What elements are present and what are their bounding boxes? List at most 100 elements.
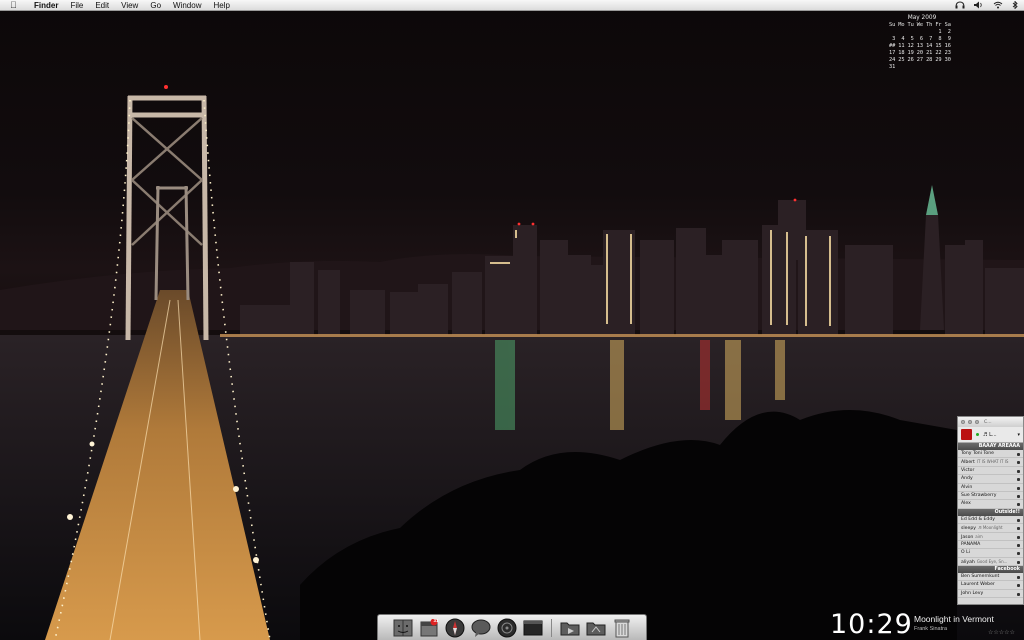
my-status-bar: ♬ L... ▾: [958, 427, 1023, 443]
buddy-row[interactable]: Ben Sumernkunt: [958, 573, 1023, 582]
buddy-row[interactable]: Alex: [958, 500, 1023, 509]
messages-icon[interactable]: [471, 618, 491, 638]
calendar-week-row: 1 2: [889, 29, 951, 35]
close-button[interactable]: [961, 420, 965, 424]
dock-separator: [550, 618, 552, 637]
dock: 31: [377, 614, 647, 640]
apple-icon[interactable]: : [10, 0, 20, 11]
calendar-weekday-header: Su Mo Tu We Th Fr Sa: [889, 22, 951, 28]
finder-icon[interactable]: [393, 618, 413, 638]
terminal-icon[interactable]: [523, 618, 543, 638]
buddy-row[interactable]: Laurent Weber: [958, 581, 1023, 590]
buddy-name: Alex: [961, 501, 971, 507]
buddy-row[interactable]: Albert IT IS WHAT IT IS: [958, 458, 1023, 467]
buddy-status-icon: [1017, 592, 1020, 596]
minimize-button[interactable]: [968, 420, 972, 424]
calendar-widget: May 2009 Su Mo Tu We Th Fr Sa 1 2 3 4 5 …: [889, 15, 955, 71]
buddy-name: Tony Toni Tone: [961, 451, 994, 456]
folder-icon[interactable]: [586, 618, 606, 638]
headphones-icon[interactable]: [955, 0, 965, 11]
buddy-row[interactable]: sleepy ♬ Moonlight: [958, 524, 1023, 533]
buddy-status-icon: [1017, 543, 1020, 547]
buddy-name: Alvin: [961, 484, 973, 490]
buddy-name: sleepy: [961, 526, 976, 532]
buddy-row[interactable]: Alvin: [958, 484, 1023, 492]
buddy-name: O Li: [961, 550, 970, 556]
buddy-row[interactable]: aliyah Good Eye, Sn...: [958, 558, 1023, 567]
buddy-message: IT IS WHAT IT IS: [976, 459, 1009, 465]
buddy-status-icon: [1017, 560, 1020, 564]
buddy-status-icon: [1017, 486, 1020, 490]
buddy-name: John Levy: [961, 590, 984, 596]
buddy-list-titlebar: C...: [958, 417, 1023, 427]
calendar-month-title: May 2009: [907, 15, 937, 21]
buddy-row[interactable]: John Levy: [958, 590, 1023, 599]
now-playing-widget: Moonlight in Vermont Frank Sinatra ☆☆☆☆☆: [914, 614, 1015, 636]
bluetooth-icon[interactable]: [1012, 0, 1018, 11]
menu-edit[interactable]: Edit: [89, 0, 115, 11]
rating-stars[interactable]: ☆☆☆☆☆: [988, 629, 1015, 636]
buddy-row[interactable]: Victor: [958, 467, 1023, 476]
folder-icon[interactable]: [560, 618, 580, 638]
buddy-row[interactable]: PANAMA: [958, 541, 1023, 550]
buddy-name: Ben Sumernkunt: [961, 574, 1000, 580]
now-playing-artist: Frank Sinatra: [914, 626, 948, 632]
volume-icon[interactable]: [974, 1, 984, 11]
clock-time: 10:29: [830, 609, 913, 640]
buddy-status-icon: [1017, 527, 1020, 531]
buddy-status-icon: [1017, 518, 1020, 522]
status-dot-icon: [976, 433, 979, 436]
buddy-row[interactable]: Jason aim: [958, 533, 1023, 541]
menu-window[interactable]: Window: [167, 0, 207, 11]
buddy-name: PANAMA: [961, 541, 981, 547]
itunes-icon[interactable]: [497, 618, 517, 638]
buddy-message: aim: [975, 533, 983, 539]
buddy-row[interactable]: Sue Strawberry: [958, 492, 1023, 501]
buddy-message: ♬ Moonlight: [977, 525, 1003, 531]
buddy-name: Albert: [961, 460, 975, 466]
buddy-group-header[interactable]: BAAAY AREAAA: [958, 443, 1023, 450]
buddy-row[interactable]: Ed Edd & Eddy: [958, 516, 1023, 525]
buddy-row[interactable]: O Li: [958, 549, 1023, 558]
buddy-name: aliyah: [961, 559, 975, 565]
menu-app-finder[interactable]: Finder: [28, 0, 64, 11]
buddy-status-icon: [1017, 503, 1020, 507]
menu-help[interactable]: Help: [207, 0, 235, 11]
status-message[interactable]: ♬ L...: [983, 432, 997, 438]
buddy-row[interactable]: Tony Toni Tone: [958, 450, 1023, 459]
safari-icon[interactable]: [445, 618, 465, 638]
buddy-status-icon: [1017, 535, 1020, 539]
menu-go[interactable]: Go: [144, 0, 167, 11]
buddy-status-icon: [1017, 584, 1020, 588]
avatar[interactable]: [961, 429, 972, 440]
buddy-status-icon: [1017, 552, 1020, 556]
buddy-group-header[interactable]: Outside!!: [958, 508, 1023, 516]
wifi-icon[interactable]: [993, 1, 1003, 11]
calendar-week-row: 17 18 19 20 21 22 23: [889, 50, 951, 56]
buddy-status-icon: [1017, 469, 1020, 473]
zoom-button[interactable]: [975, 420, 979, 424]
status-menus: [955, 0, 1018, 11]
buddy-name: Sue Strawberry: [961, 492, 997, 498]
menu-view[interactable]: View: [115, 0, 144, 11]
desktop-wallpaper: [0, 0, 1024, 640]
buddy-name: Ed Edd & Eddy: [961, 516, 995, 522]
calendar-week-row: 24 25 26 27 28 29 30: [889, 57, 951, 63]
buddy-name: Laurent Weber: [961, 582, 995, 588]
buddy-status-icon: [1017, 478, 1020, 482]
buddy-name: Andy: [961, 476, 973, 482]
calendar-week-row: 3 4 5 6 7 8 9: [889, 36, 951, 42]
now-playing-song: Moonlight in Vermont: [914, 614, 994, 624]
buddy-group-header[interactable]: Facebook: [958, 566, 1023, 574]
buddy-row[interactable]: Andy: [958, 475, 1023, 484]
calendar-badge: 31: [433, 617, 439, 623]
calendar-icon[interactable]: 31: [419, 618, 439, 638]
buddy-status-icon: [1017, 461, 1020, 465]
trash-icon[interactable]: [612, 618, 632, 638]
chevron-down-icon[interactable]: ▾: [1017, 432, 1020, 438]
buddy-status-icon: [1017, 494, 1020, 498]
calendar-week-row: 31: [889, 64, 896, 70]
buddy-status-icon: [1017, 453, 1020, 456]
bay-bridge-skyline-image: [0, 85, 1024, 640]
menu-file[interactable]: File: [64, 0, 89, 11]
